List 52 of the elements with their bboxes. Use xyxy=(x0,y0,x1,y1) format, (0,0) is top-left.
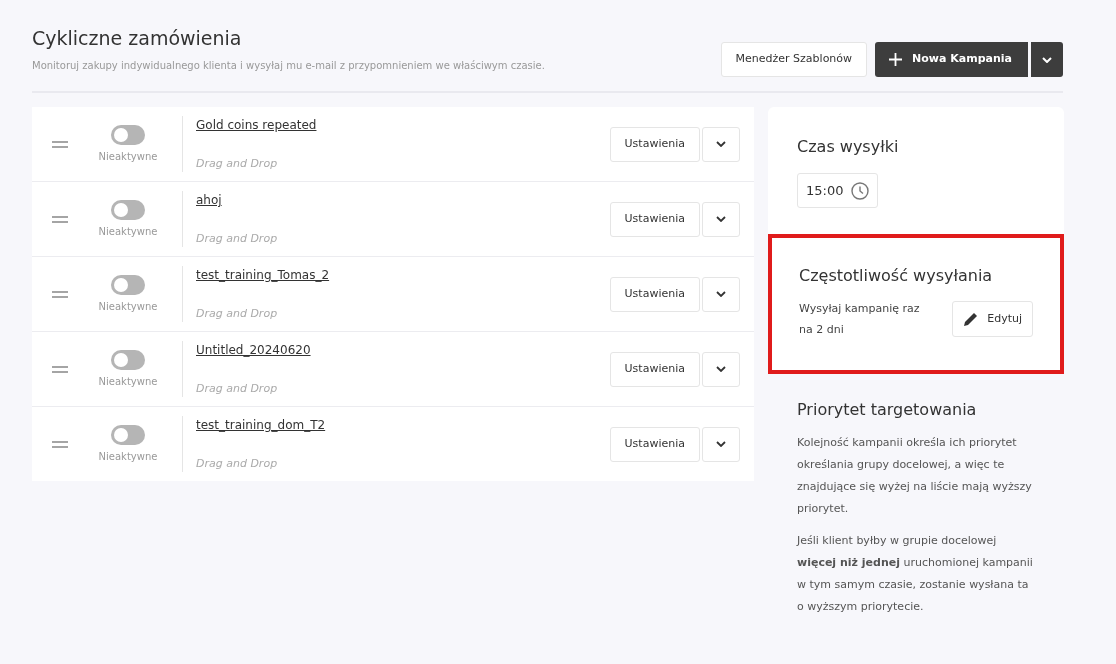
info-paragraph: Kolejność kampanii określa ich priorytet określania grupy docelowej, a więc te znajdujące się wyżej na liście mają wyższy priorytet. xyxy=(797,435,1033,517)
toggle-switch[interactable] xyxy=(111,349,145,370)
drag-handle-icon[interactable] xyxy=(52,290,68,298)
campaign-link[interactable]: Untitled_20240620 xyxy=(196,341,311,359)
caret-icon xyxy=(716,141,726,147)
caret-icon xyxy=(1042,56,1052,63)
campaign-type: Drag and Drop xyxy=(196,305,279,322)
dropdown-caret-button[interactable] xyxy=(1031,42,1063,77)
campaign-type: Drag and Drop xyxy=(196,455,279,472)
drag-handle-icon[interactable] xyxy=(52,140,68,148)
status-label: Nieaktywne xyxy=(98,299,158,314)
toggle-switch[interactable] xyxy=(111,424,145,445)
drag-handle-icon[interactable] xyxy=(52,440,68,448)
caret-icon xyxy=(716,291,726,297)
toggle-switch[interactable] xyxy=(111,199,145,220)
status-label: Nieaktywne xyxy=(98,374,158,389)
campaign-link[interactable]: test_training_Tomas_2 xyxy=(196,266,330,284)
clock-icon xyxy=(851,181,870,200)
status-label: Nieaktywne xyxy=(98,449,158,464)
section-title: Częstotliwość wysyłania xyxy=(799,265,994,287)
settings-button[interactable]: Ustawienia xyxy=(609,126,700,162)
section-title: Czas wysyłki xyxy=(797,136,900,158)
campaign-type: Drag and Drop xyxy=(196,155,279,172)
toggle-switch[interactable] xyxy=(111,124,145,145)
campaign-type: Drag and Drop xyxy=(196,230,278,247)
edit-button[interactable]: Edytuj xyxy=(952,301,1033,337)
frequency-text: Wysyłaj kampanię raz na 2 dni xyxy=(799,301,921,338)
campaign-link[interactable]: Gold coins repeated xyxy=(196,116,317,134)
campaign-link[interactable]: ahoj xyxy=(196,191,278,209)
settings-button[interactable]: Ustawienia xyxy=(609,426,700,462)
page-title: Cykliczne zamówienia xyxy=(32,26,243,51)
drag-handle-icon[interactable] xyxy=(52,365,68,373)
settings-button[interactable]: Ustawienia xyxy=(609,351,700,387)
status-label: Nieaktywne xyxy=(98,149,158,164)
toggle-switch[interactable] xyxy=(111,274,145,295)
new-campaign-button[interactable]: Nowa Kampania xyxy=(875,42,1028,77)
plus-icon xyxy=(889,53,903,66)
info-paragraph: Jeśli klient byłby w grupie docelowej więcej niż jednej uruchomionej kampanii w tym samym czasie, zostanie wysłana ta o wyższym priorytecie. xyxy=(797,533,1034,615)
caret-icon xyxy=(716,441,726,447)
settings-button[interactable]: Ustawienia xyxy=(609,276,700,312)
section-title: Priorytet targetowania xyxy=(797,399,978,421)
campaign-link[interactable]: test_training_dom_T2 xyxy=(196,416,326,434)
page-subtitle: Monitoruj zakupy indywidualnego klienta i wysyłaj mu e-mail z przypomnieniem we właściwym czasie. xyxy=(32,59,545,73)
caret-icon xyxy=(716,366,726,372)
settings-button[interactable]: Ustawienia xyxy=(609,201,700,237)
template-manager-button[interactable]: Menedżer Szablonów xyxy=(720,42,868,77)
campaign-type: Drag and Drop xyxy=(196,380,279,397)
pencil-icon xyxy=(963,311,980,327)
caret-icon xyxy=(716,216,726,222)
status-label: Nieaktywne xyxy=(98,224,158,239)
drag-handle-icon[interactable] xyxy=(52,215,68,223)
time-field[interactable]: 15:00 xyxy=(797,173,879,208)
